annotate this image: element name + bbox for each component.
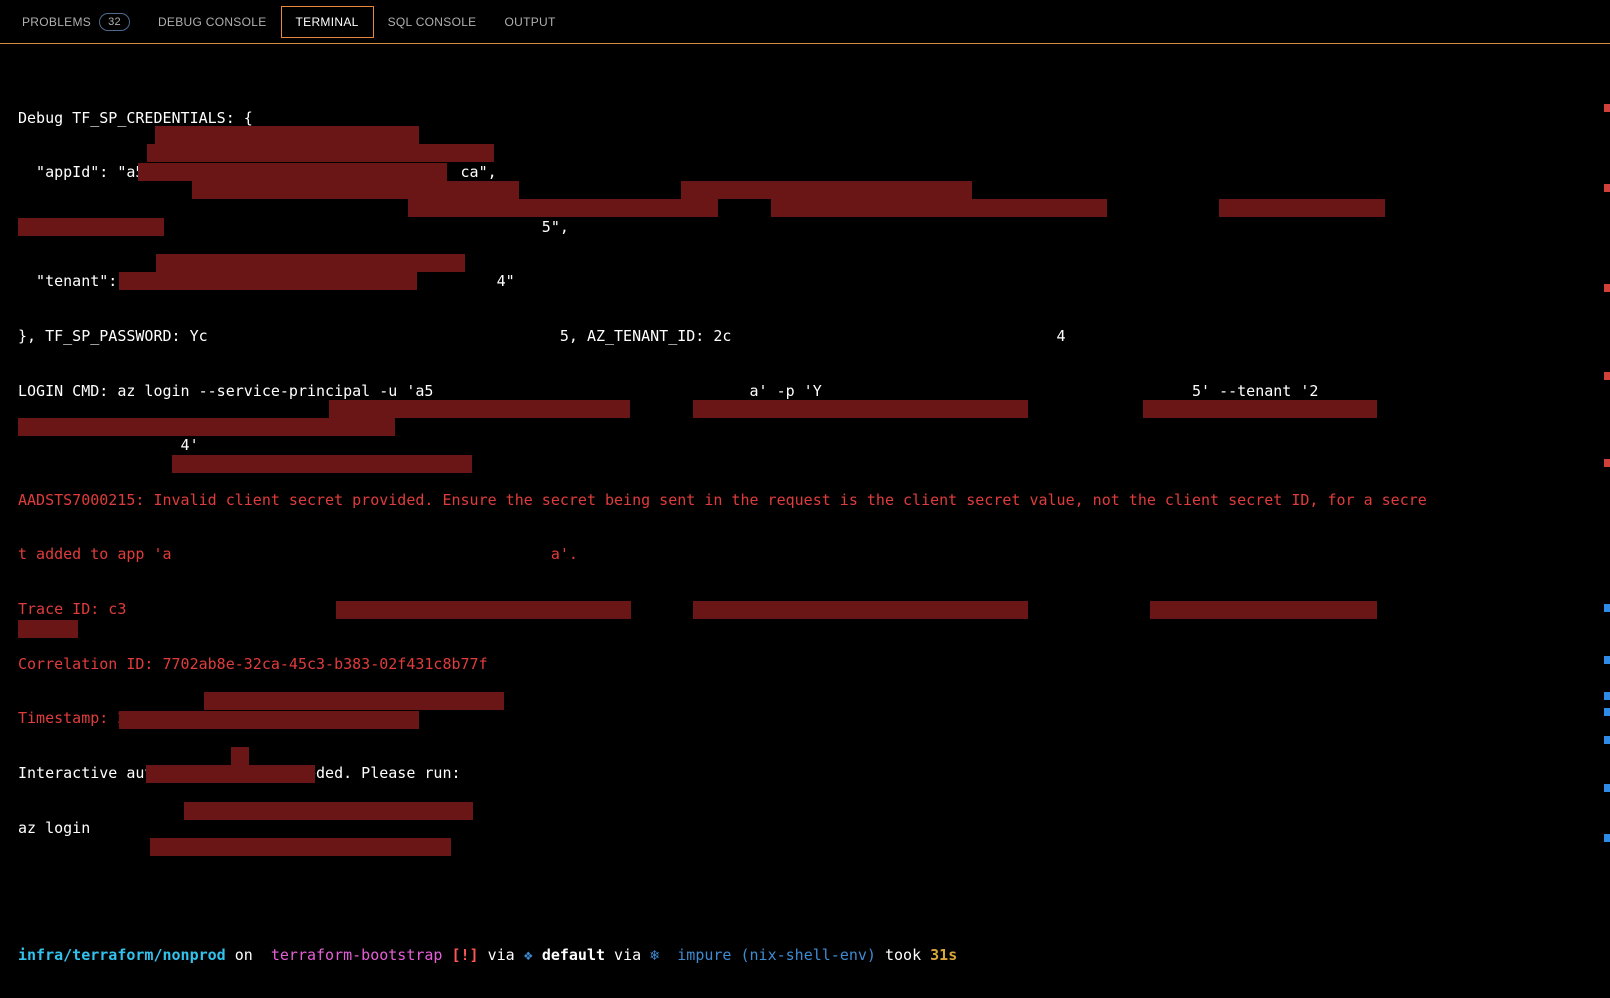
term-error-line: Correlation ID: 7702ab8e-32ca-45c3-b383-… — [18, 655, 1592, 673]
prompt-nix-env: impure (nix-shell-env) — [668, 946, 876, 964]
scroll-marker — [1604, 104, 1610, 112]
redaction-block — [681, 181, 972, 199]
terraform-icon: ❖ — [524, 946, 542, 964]
tab-debug-console-label: DEBUG CONSOLE — [158, 15, 267, 29]
redaction-block — [156, 254, 465, 272]
term-error-line: Timestamp: 2023-09-22 11:36:08Z — [18, 709, 1592, 727]
prompt-duration: 31s — [930, 946, 957, 964]
term-line: "appId": "a53 ca", — [18, 163, 1592, 181]
scroll-marker — [1604, 784, 1610, 792]
term-line: Interactive authentication is needed. Pl… — [18, 764, 1592, 782]
redaction-block — [408, 199, 718, 217]
tab-output-label: OUTPUT — [505, 15, 556, 29]
scroll-marker — [1604, 834, 1610, 842]
term-line: "password": "Y 5", — [18, 218, 1592, 236]
redaction-block — [18, 418, 395, 436]
scroll-marker — [1604, 708, 1610, 716]
redaction-block — [204, 692, 504, 710]
tab-problems[interactable]: PROBLEMS 32 — [8, 5, 144, 39]
redaction-block — [1143, 400, 1377, 418]
prompt-took: took — [876, 946, 930, 964]
prompt-cwd: infra/terraform/nonprod — [18, 946, 226, 964]
term-error-line: t added to app 'a a'. — [18, 545, 1592, 563]
prompt-on: on — [226, 946, 262, 964]
tab-sql-console-label: SQL CONSOLE — [388, 15, 477, 29]
panel-tab-bar: PROBLEMS 32 DEBUG CONSOLE TERMINAL SQL C… — [0, 0, 1610, 44]
prompt-via: via — [479, 946, 524, 964]
term-line: Debug TF_SP_CREDENTIALS: { — [18, 109, 1592, 127]
tab-terminal[interactable]: TERMINAL — [281, 6, 374, 38]
term-line: LOGIN CMD: az login --service-principal … — [18, 382, 1592, 400]
scroll-marker — [1604, 656, 1610, 664]
term-line: az login — [18, 819, 1592, 837]
terminal-pane[interactable]: Debug TF_SP_CREDENTIALS: { "appId": "a53… — [0, 44, 1610, 998]
redaction-block — [155, 126, 419, 144]
redaction-block — [150, 838, 451, 856]
scroll-marker — [1604, 284, 1610, 292]
scroll-marker — [1604, 184, 1610, 192]
redaction-block — [192, 181, 519, 199]
scroll-marker — [1604, 604, 1610, 612]
term-line: "tenant": "2 4" — [18, 272, 1592, 290]
redaction-block — [329, 400, 630, 418]
term-line: }, TF_SP_PASSWORD: Yc 5, AZ_TENANT_ID: 2… — [18, 327, 1592, 345]
tab-problems-label: PROBLEMS — [22, 15, 91, 29]
redaction-block — [771, 199, 1107, 217]
redaction-block — [147, 144, 494, 162]
term-error-line: AADSTS7000215: Invalid client secret pro… — [18, 491, 1592, 509]
scroll-marker — [1604, 692, 1610, 700]
redaction-layer — [0, 44, 1610, 998]
redaction-block — [1219, 199, 1385, 217]
tab-debug-console[interactable]: DEBUG CONSOLE — [144, 7, 281, 37]
scrollbar-markers — [1602, 44, 1610, 998]
scroll-marker — [1604, 736, 1610, 744]
term-error-line: Trace ID: c3 0 — [18, 600, 1592, 618]
term-line: 4' — [18, 436, 1592, 454]
branch-icon — [262, 946, 271, 964]
tab-output[interactable]: OUTPUT — [491, 7, 570, 37]
tab-problems-badge: 32 — [99, 13, 130, 31]
scroll-marker — [1604, 459, 1610, 467]
tab-sql-console[interactable]: SQL CONSOLE — [374, 7, 491, 37]
prompt-default: default — [542, 946, 605, 964]
redaction-block — [231, 747, 249, 765]
shell-prompt: infra/terraform/nonprod on terraform-boo… — [18, 946, 1592, 964]
redaction-block — [172, 455, 472, 473]
redaction-block — [18, 620, 78, 638]
prompt-branch: terraform-bootstrap — [271, 946, 452, 964]
redaction-block — [184, 802, 473, 820]
redaction-block — [693, 400, 1028, 418]
tab-terminal-label: TERMINAL — [296, 15, 359, 29]
prompt-dirty-flag: [!] — [452, 946, 479, 964]
prompt-via: via — [605, 946, 650, 964]
scroll-marker — [1604, 372, 1610, 380]
nix-icon: ❄ — [650, 946, 668, 964]
